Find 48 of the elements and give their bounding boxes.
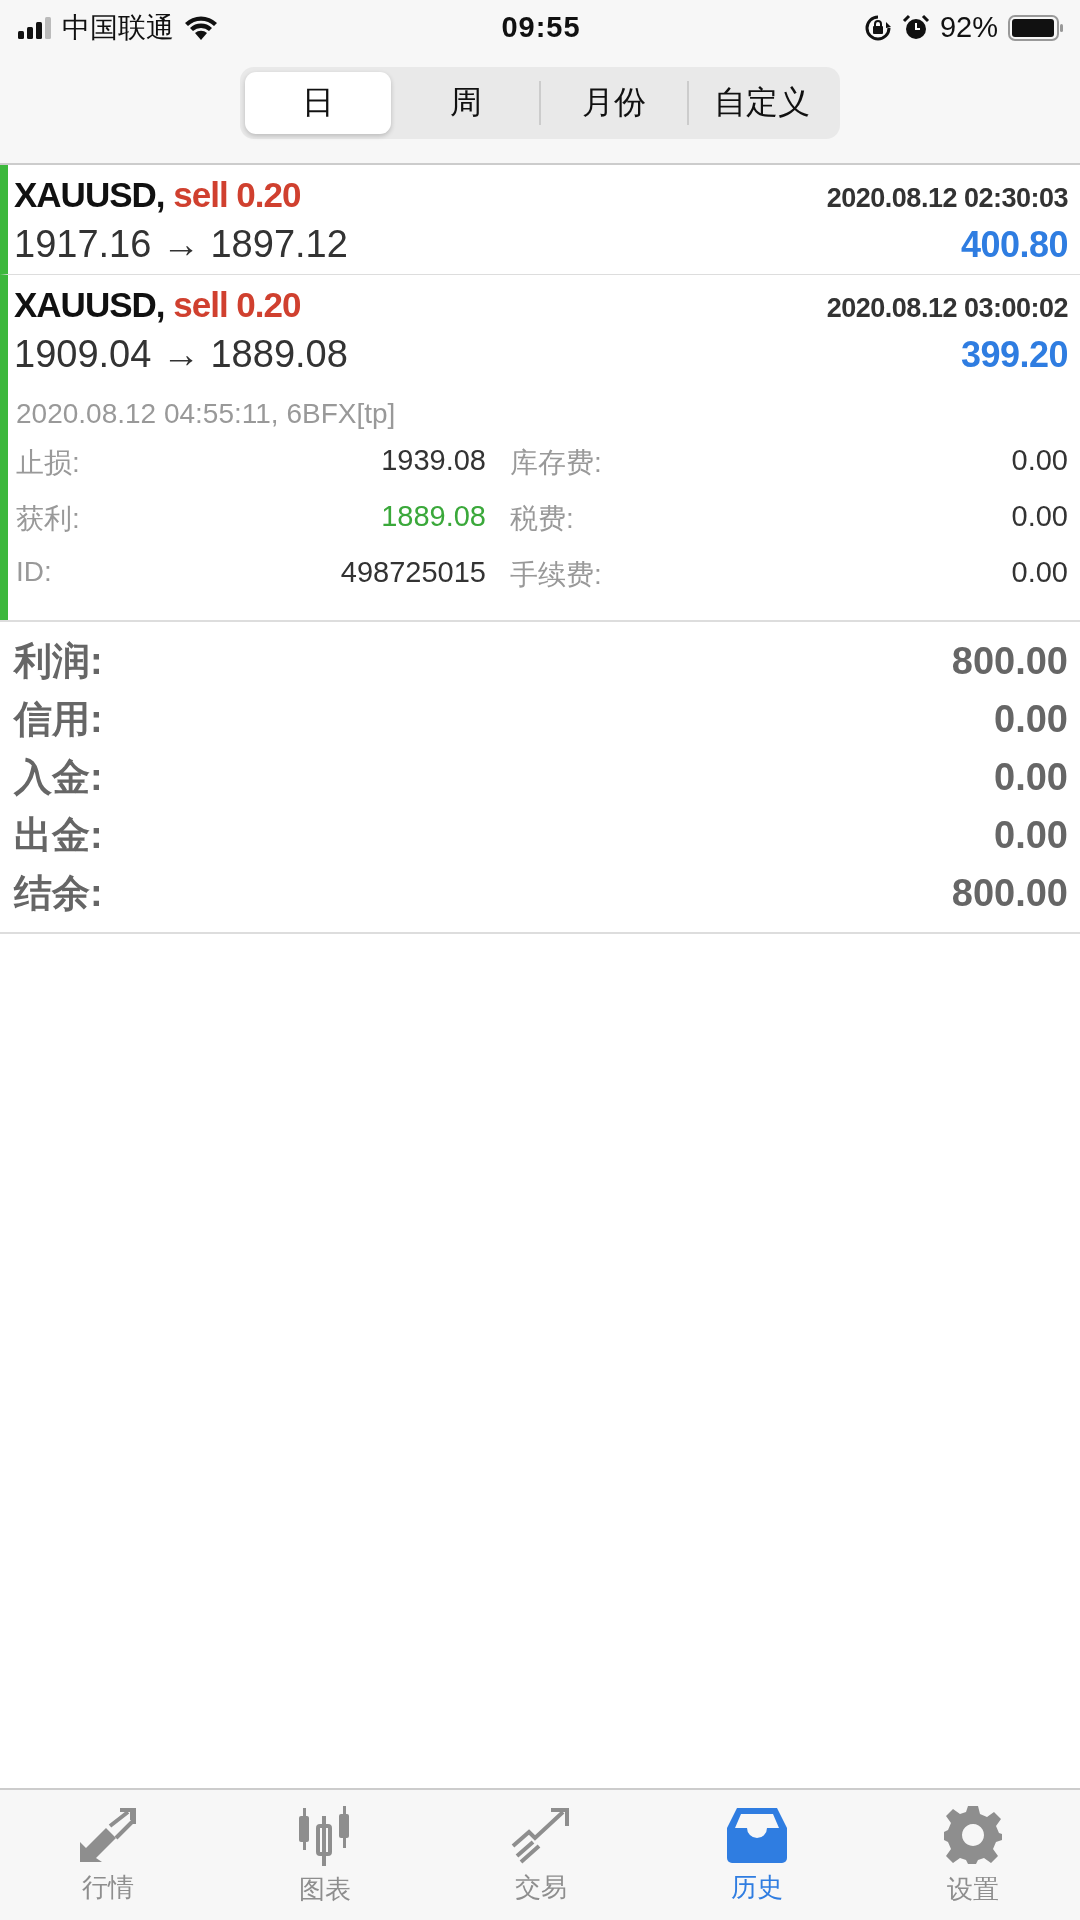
summary-label: 利润: [14, 638, 103, 684]
detail-label: 手续费: [509, 558, 603, 592]
trade-comment: 2020.08.12 04:55:11, 6BFX[tp] [16, 398, 397, 430]
detail-label: 库存费: [509, 446, 603, 480]
battery-percent: 92% [939, 11, 998, 44]
detail-value: 1889.08 [380, 500, 486, 534]
trade-time: 2020.08.12 02:30:03 [826, 183, 1068, 214]
trade-profit: 399.20 [960, 334, 1068, 376]
trade-time: 2020.08.12 03:00:02 [826, 293, 1068, 324]
trade-prices: 1917.16 → 1897.12 [14, 223, 348, 266]
signal-icon [18, 16, 52, 39]
wifi-icon [184, 14, 218, 41]
detail-label: ID: [16, 556, 53, 589]
battery-icon [1008, 14, 1064, 41]
summary-value: 0.00 [994, 813, 1068, 857]
summary-label: 出金: [14, 812, 103, 858]
detail-label: 税费: [509, 502, 575, 536]
trade-profit: 400.80 [960, 224, 1068, 266]
summary-value: 800.00 [951, 639, 1068, 683]
detail-value: 1939.08 [380, 444, 486, 478]
period-tab[interactable]: 自定义 [689, 72, 835, 134]
trade-row[interactable]: XAUUSD, sell 0.20 2020.08.12 02:30:03 1917.16 → 1897.12 400.80 [0, 165, 1080, 275]
trade-title: XAUUSD, sell 0.20 [14, 285, 301, 325]
period-tab[interactable]: 月份 [541, 72, 687, 134]
rotation-lock-icon [863, 13, 892, 42]
carrier-name: 中国联通 [62, 10, 174, 45]
summary-label: 信用: [14, 696, 103, 742]
detail-value: 498725015 [339, 556, 486, 590]
summary-label: 入金: [14, 754, 103, 800]
detail-value: 0.00 [1010, 444, 1068, 478]
detail-label: 止损: [16, 446, 81, 480]
summary-value: 800.00 [951, 871, 1068, 915]
detail-value: 0.00 [1010, 500, 1068, 534]
inbox-icon [725, 1805, 790, 1864]
trade-title: XAUUSD, sell 0.20 [14, 175, 301, 215]
clock-time: 09:55 [501, 11, 581, 44]
trade-prices: 1909.04 → 1889.08 [14, 333, 348, 376]
summary-value: 0.00 [994, 697, 1068, 741]
settings-icon [941, 1803, 1004, 1866]
detail-label: 获利: [16, 502, 81, 536]
summary-label: 结余: [14, 870, 103, 916]
trade-row[interactable]: XAUUSD, sell 0.20 2020.08.12 03:00:02 1909.04 → 1889.08 399.20 2020.08.12 04:55:11, 6BFX[tp] 止损: 1939.08 库存费: 0.00 获利: 1889.08 税费: 0.00 ID: 498725015 手续费: 0.00 [0, 275, 1080, 620]
period-tab[interactable]: 周 [393, 72, 539, 134]
detail-value: 0.00 [1010, 556, 1068, 590]
nav-tab[interactable]: 历史 [705, 1797, 810, 1913]
period-tab[interactable]: 日 [245, 72, 391, 134]
summary-value: 0.00 [994, 755, 1068, 799]
alarm-icon [901, 13, 930, 42]
